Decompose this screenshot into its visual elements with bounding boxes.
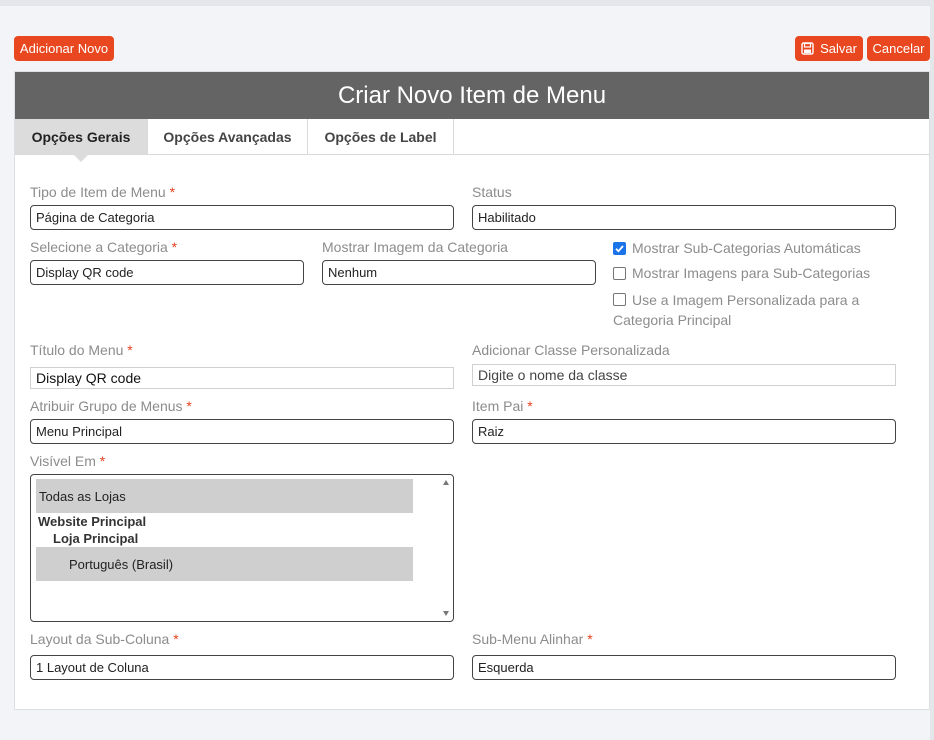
item-type-select[interactable]: Página de Categoria [30,205,454,230]
auto-subcategories-label: Mostrar Sub-Categorias Automáticas [632,240,861,256]
scroll-up-icon[interactable] [443,480,449,485]
cancel-button[interactable]: Cancelar [867,36,930,61]
subcategory-images-option[interactable]: Mostrar Imagens para Sub-Categorias [613,265,870,281]
custom-image-label-line1: Use a Imagem Personalizada para a [632,292,860,308]
required-mark: * [173,631,179,647]
optgroup-main-store: Loja Principal [53,531,139,546]
tab-advanced-options[interactable]: Opções Avançadas [148,119,308,154]
parent-item-select[interactable]: Raiz [472,419,896,444]
custom-image-label-line2: Categoria Principal [613,312,732,328]
menu-group-label: Atribuir Grupo de Menus * [30,398,192,414]
parent-item-label: Item Pai * [472,398,533,414]
panel-title: Criar Novo Item de Menu [15,72,929,119]
menu-group-select[interactable]: Menu Principal [30,419,454,444]
save-icon [801,42,814,55]
submenu-align-label: Sub-Menu Alinhar * [472,631,593,647]
tab-general-options[interactable]: Opções Gerais [15,119,148,162]
custom-class-label: Adicionar Classe Personalizada [472,342,670,358]
category-select[interactable]: Display QR code [30,260,304,285]
required-mark: * [527,398,533,414]
tab-label-options[interactable]: Opções de Label [308,119,454,154]
status-label: Status [472,184,512,200]
tab-bar: Opções Gerais Opções Avançadas Opções de… [15,119,929,162]
visible-in-listbox[interactable]: Todas as Lojas Website Principal Loja Pr… [30,474,454,622]
menu-title-input[interactable]: Display QR code [30,367,454,389]
required-mark: * [169,184,176,200]
save-button-label: Salvar [820,41,857,56]
required-mark: * [186,398,192,414]
listbox-scrollbar[interactable] [440,475,453,621]
custom-class-input[interactable] [472,364,896,386]
custom-image-option[interactable]: Use a Imagem Personalizada para a [613,290,859,310]
status-select[interactable]: Habilitado [472,205,896,230]
custom-image-checkbox[interactable] [613,293,626,306]
optgroup-main-website: Website Principal [38,514,147,529]
page-scrollbar[interactable] [930,0,934,740]
save-button[interactable]: Salvar [795,36,863,61]
required-mark: * [171,239,178,255]
subcategory-images-checkbox[interactable] [613,267,626,280]
subcategory-images-label: Mostrar Imagens para Sub-Categorias [632,265,871,281]
option-all-stores[interactable]: Todas as Lojas [36,479,413,513]
check-icon [615,245,624,253]
category-image-label: Mostrar Imagem da Categoria [322,239,508,255]
required-mark: * [99,453,106,469]
required-mark: * [587,631,593,647]
option-store-view-pt-br[interactable]: Português (Brasil) [36,547,413,581]
scroll-down-icon[interactable] [443,611,449,616]
category-label: Selecione a Categoria * [30,239,178,255]
menu-title-label: Título do Menu * [30,342,133,358]
category-image-select[interactable]: Nenhum [322,260,596,285]
submenu-align-select[interactable]: Esquerda [472,655,896,680]
auto-subcategories-option[interactable]: Mostrar Sub-Categorias Automáticas [613,240,861,256]
subcolumn-layout-select[interactable]: 1 Layout de Coluna [30,655,454,680]
visible-in-label: Visível Em * [30,453,106,469]
required-mark: * [127,342,133,358]
item-type-label: Tipo de Item de Menu * [30,184,176,200]
auto-subcategories-checkbox[interactable] [613,242,626,255]
top-strip [0,0,934,6]
subcolumn-layout-label: Layout da Sub-Coluna * [30,631,179,647]
add-new-button[interactable]: Adicionar Novo [14,36,114,61]
